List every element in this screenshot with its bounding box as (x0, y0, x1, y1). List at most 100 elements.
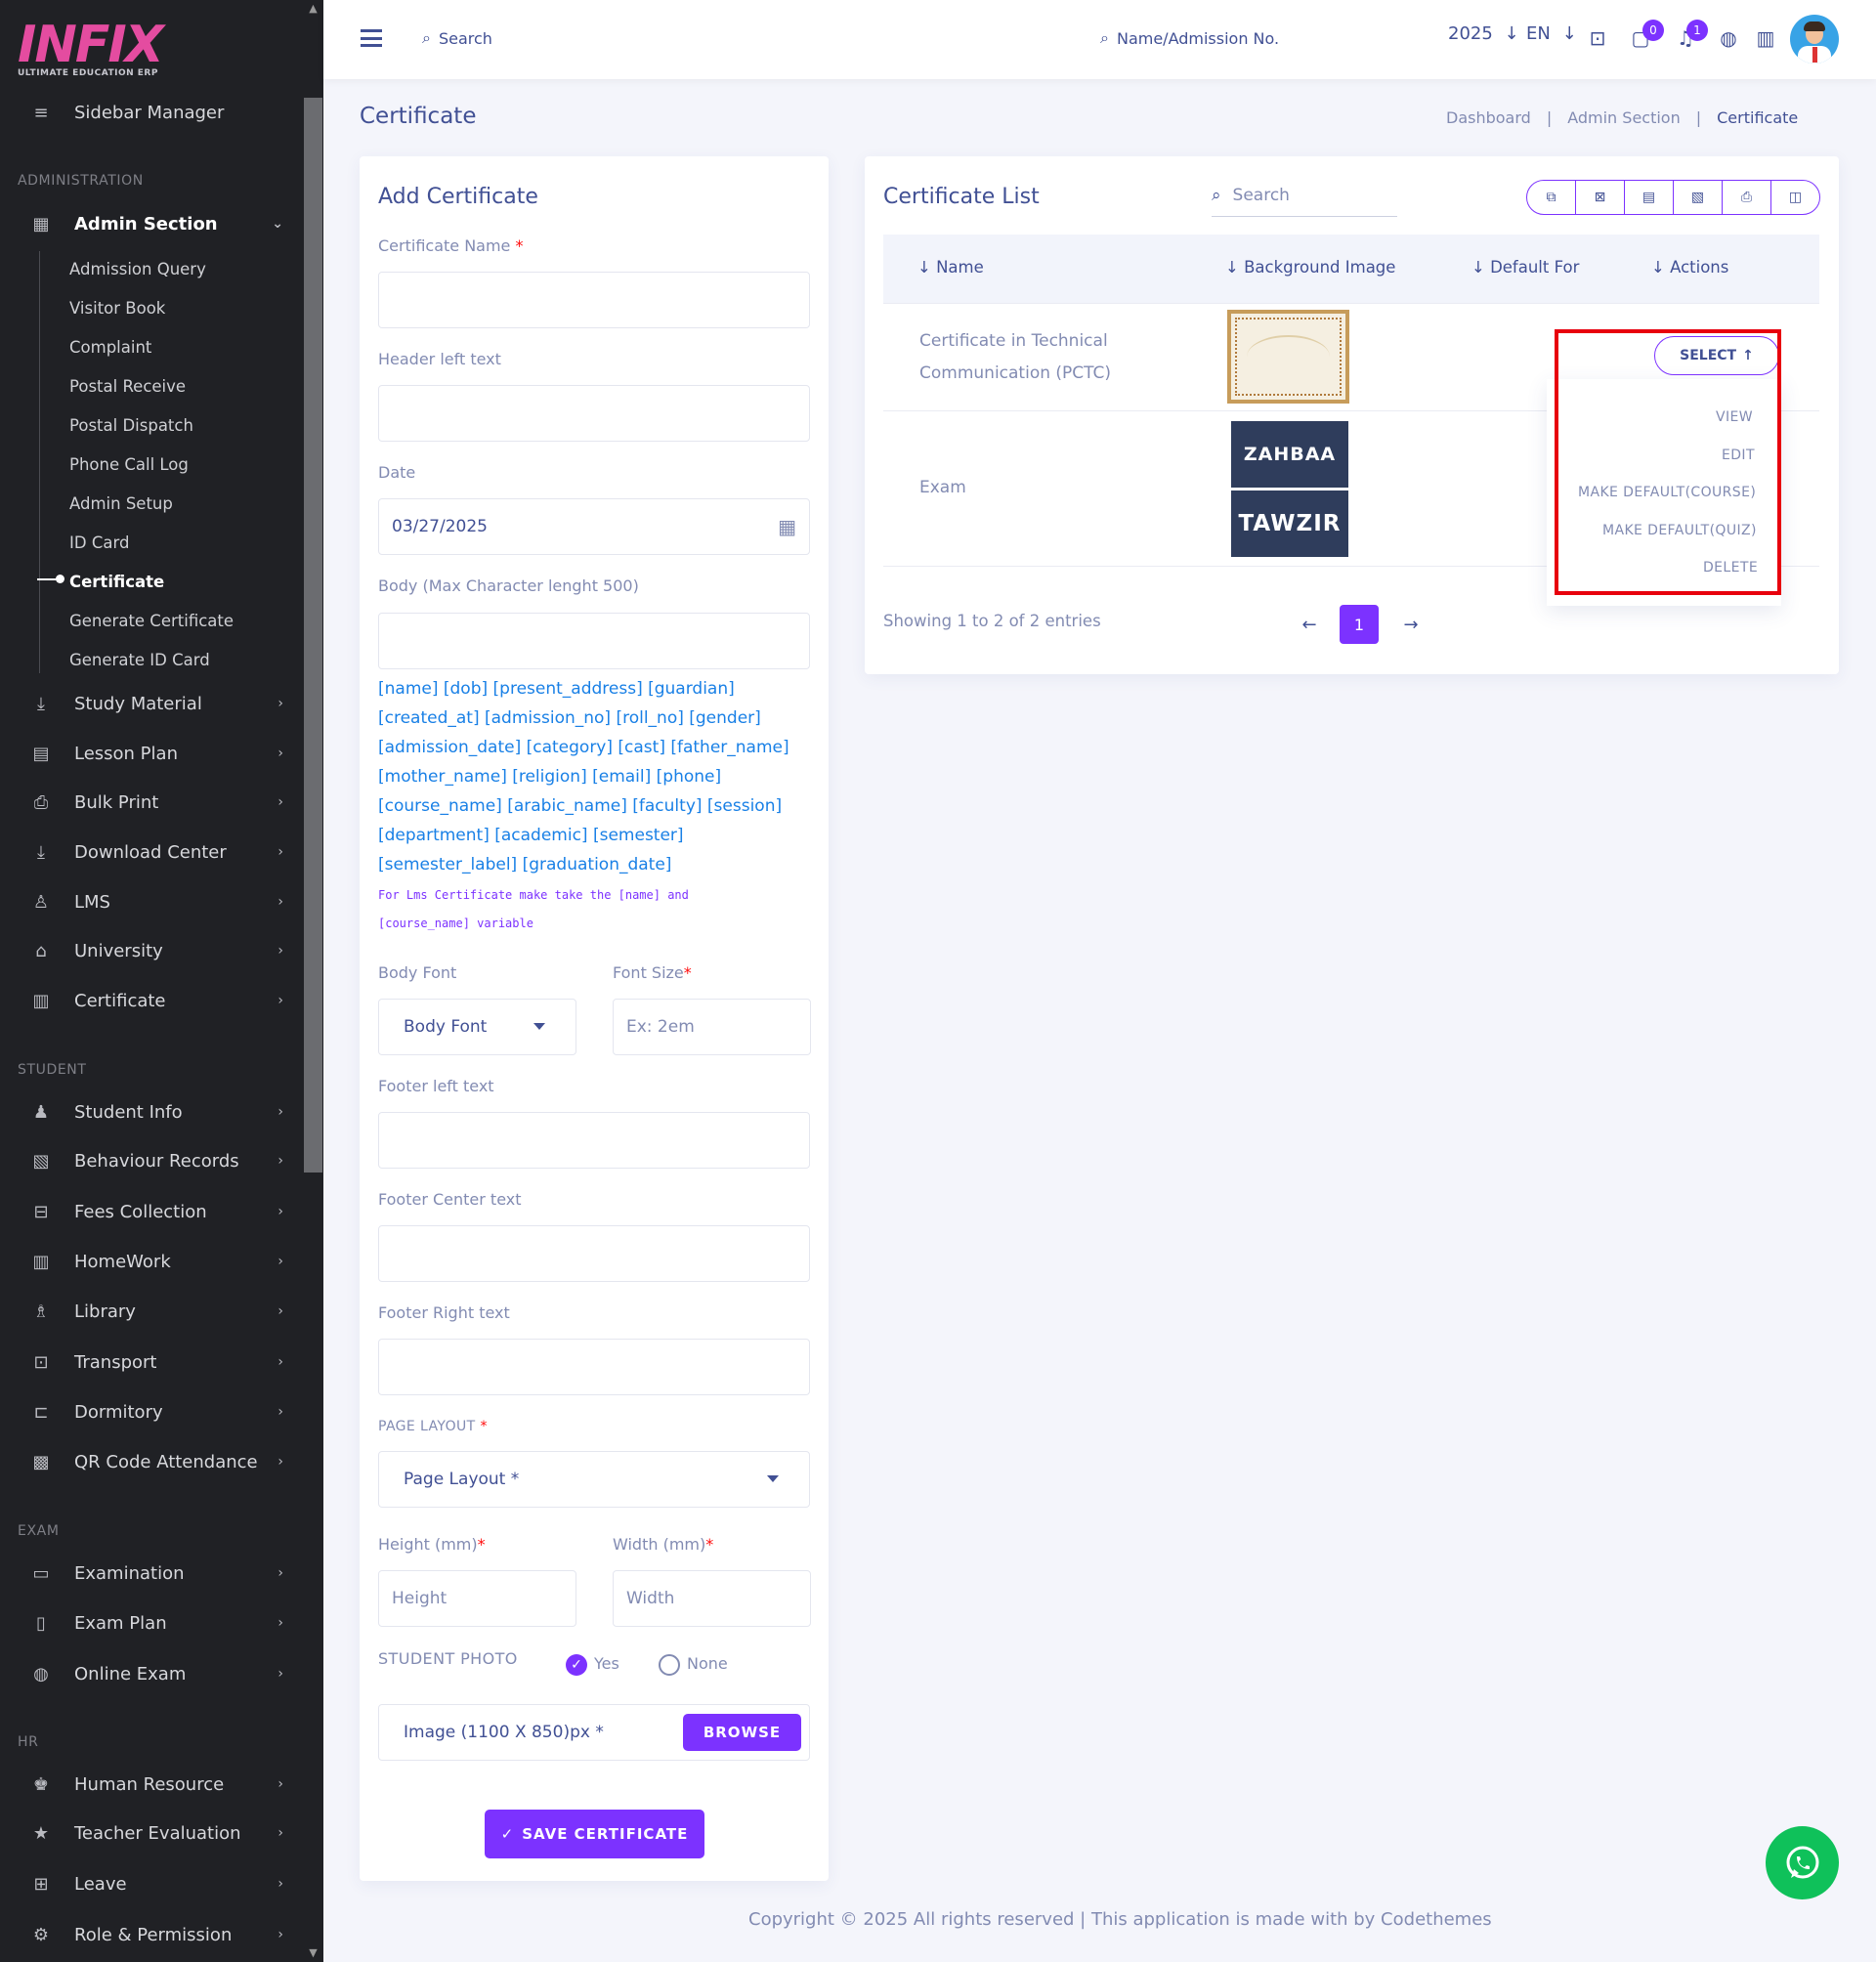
body-input[interactable] (378, 613, 810, 669)
exam-thumbnail-top[interactable]: ZAHBAA (1231, 421, 1348, 488)
exam-thumbnail-bottom[interactable]: TAWZIR (1231, 490, 1348, 557)
breadcrumb-admin-section[interactable]: Admin Section (1567, 108, 1681, 127)
breadcrumb-dashboard[interactable]: Dashboard (1446, 108, 1531, 127)
lms-icon: ♙ (32, 891, 50, 913)
column-default-for-label: Default For (1490, 258, 1580, 277)
arrow-right-icon[interactable]: → (1391, 605, 1430, 644)
sidebar-sub-postal-receive[interactable]: Postal Receive (69, 375, 186, 399)
download-icon: ⤓ (37, 841, 45, 863)
sidebar-item-examination[interactable]: ▭ Examination › (29, 1556, 293, 1591)
sidebar-item-homework[interactable]: ▥ HomeWork › (29, 1244, 293, 1279)
certificate-background-thumbnail[interactable] (1227, 310, 1349, 404)
footer-copyright: Copyright © 2025 All rights reserved | T… (748, 1909, 1492, 1930)
certificate-name-input[interactable] (378, 272, 810, 328)
sidebar-item-qr-code-attendance[interactable]: ▩ QR Code Attendance › (29, 1444, 293, 1479)
globe-icon[interactable]: ◍ (1716, 25, 1741, 51)
browse-button[interactable]: BROWSE (683, 1714, 801, 1751)
sidebar-item-admin-section[interactable]: ▦ Admin Section ⌄ (29, 206, 293, 241)
sidebar-item-student-info[interactable]: ♟ Student Info › (29, 1094, 293, 1130)
sidebar-item-teacher-evaluation[interactable]: ★ Teacher Evaluation › (29, 1815, 293, 1851)
sidebar-manager[interactable]: ≡ Sidebar Manager (29, 95, 293, 130)
csv-icon[interactable]: ▤ (1625, 181, 1674, 214)
sidebar-sub-id-card[interactable]: ID Card (69, 532, 129, 555)
print-icon[interactable]: ⎙ (1723, 181, 1771, 214)
width-input[interactable]: Width (613, 1570, 811, 1627)
sidebar-sub-postal-dispatch[interactable]: Postal Dispatch (69, 414, 193, 438)
font-size-input[interactable]: Ex: 2em (613, 999, 811, 1055)
height-input[interactable]: Height (378, 1570, 576, 1627)
language-selector[interactable]: EN ↓ (1526, 23, 1577, 44)
sidebar-item-online-exam[interactable]: ◍ Online Exam › (29, 1656, 293, 1691)
arrow-left-icon[interactable]: ← (1290, 605, 1329, 644)
sidebar-sub-visitor-book[interactable]: Visitor Book (69, 297, 165, 320)
table-search[interactable]: ⌕ Search (1212, 174, 1397, 217)
avatar[interactable] (1790, 15, 1839, 64)
report-icon[interactable]: ▥ (1753, 25, 1778, 51)
sidebar-item-certificate[interactable]: ▥ Certificate › (29, 983, 293, 1018)
sidebar-item-bulk-print[interactable]: ⎙ Bulk Print › (29, 785, 293, 820)
scroll-down-icon[interactable]: ▼ (304, 1944, 322, 1962)
footer-center-input[interactable] (378, 1225, 810, 1282)
footer-right-input[interactable] (378, 1339, 810, 1395)
chevron-right-icon: › (277, 1354, 283, 1370)
sidebar-item-role-permission[interactable]: ⚙ Role & Permission › (29, 1917, 293, 1952)
sidebar-scrollbar-thumb[interactable] (304, 98, 322, 1173)
sidebar-item-library[interactable]: ♗ Library › (29, 1294, 293, 1329)
year-selector[interactable]: 2025 ↓ (1448, 23, 1519, 44)
sidebar-sub-certificate[interactable]: Certificate (69, 571, 164, 594)
sidebar-item-fees-collection[interactable]: ⊟ Fees Collection › (29, 1194, 293, 1229)
sidebar-item-download-center[interactable]: ⤓ Download Center › (29, 834, 293, 870)
menu-toggle-icon[interactable] (361, 29, 382, 47)
chevron-right-icon: › (277, 1927, 283, 1942)
body-font-select[interactable]: Body Font (378, 999, 576, 1055)
photo-yes-radio[interactable]: ✓ (566, 1654, 587, 1676)
sidebar-sub-generate-certificate[interactable]: Generate Certificate (69, 610, 234, 633)
sidebar-item-university[interactable]: ⌂ University › (29, 933, 293, 968)
global-search-label: Search (438, 28, 492, 48)
copy-icon[interactable]: ⧉ (1527, 181, 1576, 214)
body-label: Body (Max Character lenght 500) (378, 576, 639, 595)
sidebar-item-lesson-plan[interactable]: ▤ Lesson Plan › (29, 736, 293, 771)
header-left-input[interactable] (378, 385, 810, 442)
sidebar-sub-admission-query[interactable]: Admission Query (69, 258, 206, 281)
whatsapp-button[interactable] (1766, 1826, 1839, 1899)
avatar-hair (1804, 21, 1825, 31)
sidebar-item-dormitory[interactable]: ⊏ Dormitory › (29, 1394, 293, 1429)
lesson-icon: ▤ (32, 743, 50, 764)
header-left-label: Header left text (378, 350, 501, 368)
sidebar-sub-phone-call-log[interactable]: Phone Call Log (69, 453, 189, 477)
scroll-up-icon[interactable]: ▲ (304, 0, 322, 18)
sidebar-item-leave[interactable]: ⊞ Leave › (29, 1866, 293, 1901)
global-search[interactable]: ⌕ Search (422, 28, 492, 48)
robot-icon[interactable]: ⊡ (1585, 25, 1610, 51)
column-default-for[interactable]: ↓ Default For (1471, 258, 1579, 277)
chevron-right-icon: › (277, 794, 283, 810)
excel-icon[interactable]: ⊠ (1576, 181, 1625, 214)
chat-badge: 0 (1642, 20, 1664, 41)
page-button-1[interactable]: 1 (1340, 605, 1379, 644)
pdf-icon[interactable]: ▧ (1674, 181, 1723, 214)
sidebar-item-study-material[interactable]: ⤓ Study Material › (29, 686, 293, 721)
sidebar-item-lms[interactable]: ♙ LMS › (29, 884, 293, 919)
sidebar-sub-admin-setup[interactable]: Admin Setup (69, 492, 173, 516)
column-background-image[interactable]: ↓ Background Image (1225, 258, 1395, 277)
footer-left-input[interactable] (378, 1112, 810, 1169)
list-icon: ≡ (33, 102, 49, 123)
sidebar-sub-generate-id-card[interactable]: Generate ID Card (69, 649, 210, 672)
page-layout-select[interactable]: Page Layout * (378, 1451, 810, 1508)
sidebar-sub-complaint[interactable]: Complaint (69, 336, 151, 360)
student-search[interactable]: ⌕ Name/Admission No. (1100, 28, 1279, 48)
date-input[interactable]: 03/27/2025 ▦ (378, 498, 810, 555)
logo[interactable]: INFIX ULTIMATE EDUCATION ERP (18, 18, 164, 86)
save-certificate-button[interactable]: ✓ SAVE CERTIFICATE (485, 1810, 704, 1858)
sidebar-item-behaviour-records[interactable]: ▧ Behaviour Records › (29, 1143, 293, 1178)
calendar-icon[interactable]: ▦ (778, 515, 796, 538)
required-mark: * (480, 1419, 488, 1434)
column-name[interactable]: ↓ Name (917, 258, 984, 277)
sidebar-item-human-resource[interactable]: ♚ Human Resource › (29, 1767, 293, 1802)
column-actions[interactable]: ↓ Actions (1651, 258, 1728, 277)
sidebar-item-transport[interactable]: ⊡ Transport › (29, 1344, 293, 1380)
columns-icon[interactable]: ◫ (1771, 181, 1819, 214)
photo-none-radio[interactable] (659, 1654, 680, 1676)
sidebar-item-exam-plan[interactable]: ▯ Exam Plan › (29, 1605, 293, 1641)
